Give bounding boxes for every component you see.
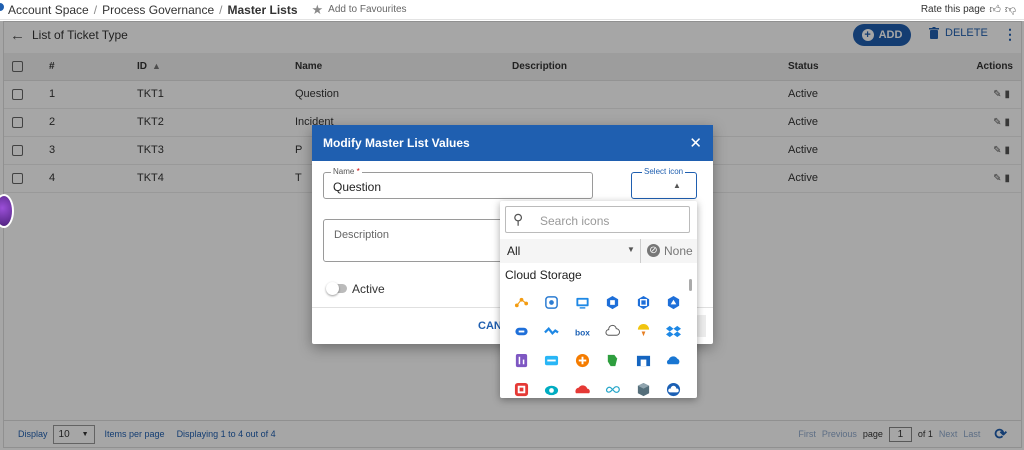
icon-search-input[interactable]: ⚲ Search icons <box>505 206 690 233</box>
cloud-outline-icon[interactable] <box>598 317 628 346</box>
description-field[interactable]: Description <box>323 219 513 262</box>
storage-chip-icon[interactable] <box>598 288 628 317</box>
select-icon-field[interactable]: Select icon ▲ <box>631 167 697 199</box>
star-icon[interactable]: ★ <box>312 2 324 18</box>
nodes-network-icon[interactable] <box>506 288 536 317</box>
active-toggle[interactable] <box>326 282 347 295</box>
icon-search-placeholder: Search icons <box>540 214 610 228</box>
hexagon-drive-icon[interactable] <box>659 288 689 317</box>
storage-chip-alt-icon[interactable] <box>628 288 658 317</box>
toggle-knob <box>326 282 339 295</box>
search-icon: ⚲ <box>513 211 524 227</box>
none-option[interactable]: None <box>664 244 693 258</box>
breadcrumb-separator: / <box>93 2 98 17</box>
name-field[interactable]: Name * Question <box>323 167 593 199</box>
chevron-up-icon: ▲ <box>673 181 681 190</box>
shield-cloud-icon[interactable] <box>628 317 658 346</box>
dialog-title: Modify Master List Values <box>323 136 470 150</box>
dialog-header: Modify Master List Values ✕ <box>312 125 713 161</box>
evernote-icon[interactable] <box>598 346 628 375</box>
red-square-icon[interactable] <box>506 375 536 404</box>
name-field-value: Question <box>333 180 382 194</box>
eye-cloud-icon[interactable] <box>537 375 567 404</box>
none-circle-icon[interactable]: ⊘ <box>647 244 660 257</box>
cloud-database-icon[interactable] <box>506 317 536 346</box>
filter-divider <box>640 239 641 263</box>
dropbox-icon[interactable] <box>659 317 689 346</box>
infinity-cloud-icon[interactable] <box>598 375 628 404</box>
monitor-cloud-icon[interactable] <box>567 288 597 317</box>
select-icon-label: Select icon <box>642 167 686 176</box>
breadcrumb-master-lists: Master Lists <box>227 2 298 17</box>
wave-cloud-icon[interactable] <box>537 317 567 346</box>
rate-label: Rate this page <box>920 4 986 15</box>
description-placeholder: Description <box>334 229 390 241</box>
close-icon[interactable]: ✕ <box>689 134 702 152</box>
cloud-sync-icon[interactable] <box>537 288 567 317</box>
icon-filter-row: All ▼ ⊘ None <box>500 239 697 263</box>
icon-picker-dropdown: ⚲ Search icons All ▼ ⊘ None Cloud Storag… <box>500 201 697 398</box>
name-field-label: Name * <box>331 167 362 176</box>
active-toggle-label: Active <box>352 282 385 296</box>
cloud-circle-icon[interactable] <box>659 375 689 404</box>
breadcrumb-separator: / <box>219 2 223 17</box>
mega-icon[interactable] <box>537 346 567 375</box>
breadcrumb-account-space[interactable]: Account Space <box>8 3 89 17</box>
name-label-text: Name <box>333 167 355 176</box>
icon-list-scrollbar[interactable] <box>689 267 693 395</box>
icon-grid: box <box>506 288 686 404</box>
svg-text:box: box <box>575 327 590 337</box>
box-logo-icon[interactable]: box <box>567 317 597 346</box>
onedrive-icon[interactable] <box>659 346 689 375</box>
red-cloud-icon[interactable] <box>567 375 597 404</box>
scrollbar-thumb[interactable] <box>689 279 692 291</box>
thumbs-down-icon[interactable]: 👎︎ <box>1005 3 1016 16</box>
breadcrumb-process-governance[interactable]: Process Governance <box>102 3 214 17</box>
cancel-button[interactable]: CAN <box>478 320 502 332</box>
arch-gate-icon[interactable] <box>628 346 658 375</box>
add-to-favourites-link[interactable]: Add to Favourites <box>328 4 406 15</box>
heroku-icon[interactable] <box>506 346 536 375</box>
chevron-down-icon[interactable]: ▼ <box>627 245 635 254</box>
icon-category-select[interactable]: All <box>507 244 520 258</box>
icon-category-title: Cloud Storage <box>505 268 582 282</box>
cube-box-icon[interactable] <box>628 375 658 404</box>
rate-this-page: Rate this page 👍︎ 👎︎ <box>921 3 1016 16</box>
thumbs-up-icon[interactable]: 👍︎ <box>989 3 1001 16</box>
required-mark: * <box>356 167 360 176</box>
breadcrumb-bar: Account Space / Process Governance / Mas… <box>0 0 1024 20</box>
plus-circle-icon[interactable] <box>567 346 597 375</box>
